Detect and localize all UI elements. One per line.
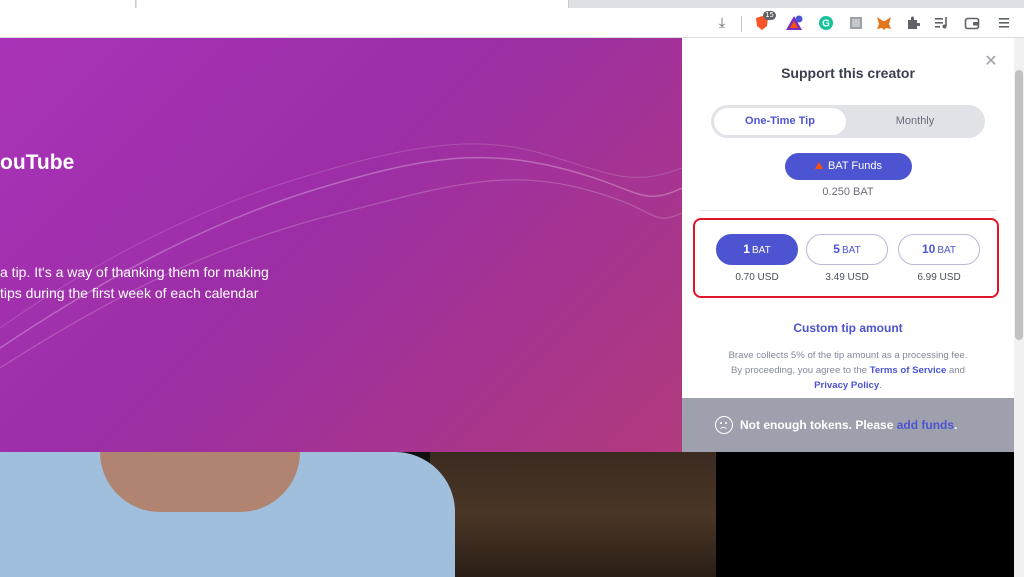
metamask-icon[interactable] [874,13,894,33]
puzzle-icon[interactable] [903,13,923,33]
tip-type-toggle: One-Time Tip Monthly [711,105,985,138]
sad-face-icon [715,416,733,434]
brave-rewards-icon[interactable] [784,13,804,33]
add-funds-link[interactable]: add funds [897,418,954,432]
insufficient-funds-message: Not enough tokens. Please add funds. [740,418,957,432]
browser-tab[interactable] [137,0,569,8]
custom-tip-link[interactable]: Custom tip amount [682,321,1014,335]
amount-option-5[interactable]: 5 BAT [806,234,888,265]
amount-unit: BAT [937,245,957,256]
browser-tab[interactable] [0,0,136,8]
hero-text-line: a tip. It's a way of thanking them for m… [0,264,269,280]
menu-icon[interactable] [994,13,1014,33]
amount-usd: 3.49 USD [825,272,869,283]
privacy-period: . [879,380,882,391]
hero-banner: ouTube a tip. It's a way of thanking the… [0,38,682,452]
insufficient-funds-banner: Not enough tokens. Please add funds. [682,398,1014,452]
tip-panel: ✕ Support this creator One-Time Tip Mont… [682,38,1014,452]
amount-unit: BAT [751,245,771,256]
hero-text-line: tips during the first week of each calen… [0,285,259,301]
brave-shield-icon[interactable]: 15 [752,11,776,33]
bat-balance: 0.250 BAT [822,186,874,198]
privacy-policy-link[interactable]: Privacy Policy [814,380,879,391]
terms-line: By proceeding, you agree to the Terms of… [698,363,998,378]
video-letterbox [716,452,1014,577]
panel-title: Support this creator [781,65,915,81]
video-background [430,452,720,577]
grammarly-icon[interactable]: G [816,13,836,33]
scrollbar-thumb[interactable] [1015,70,1023,340]
terms-prefix: By proceeding, you agree to the [731,365,870,376]
terms-and: and [946,365,965,376]
download-icon[interactable]: ⤓ [712,13,732,33]
privacy-line: Privacy Policy. [698,378,998,393]
video-frame[interactable] [0,452,1014,577]
wallet-icon[interactable] [962,13,982,33]
bat-logo-icon [814,162,823,169]
amount-option-1[interactable]: 1 BAT [716,234,798,265]
tab-strip [0,0,1024,8]
amount-value: 10 [921,242,936,256]
amount-value: 1 [743,242,750,256]
amount-usd: 6.99 USD [917,272,961,283]
hero-title: ouTube [0,151,75,174]
terms-of-service-link[interactable]: Terms of Service [870,365,947,376]
shield-badge: 15 [763,11,776,20]
tab-monthly[interactable]: Monthly [849,108,981,135]
browser-toolbar: ⤓ 15 G [0,8,1024,38]
fee-line: Brave collects 5% of the tip amount as a… [728,350,968,361]
fee-notice: Brave collects 5% of the tip amount as a… [698,348,998,393]
amount-option-10[interactable]: 10 BAT [898,234,980,265]
divider [700,210,996,211]
svg-text:G: G [822,19,830,30]
media-icon[interactable] [932,13,952,33]
bat-funds-button[interactable]: BAT Funds [785,153,912,180]
video-person-face [100,452,300,512]
amount-usd: 0.70 USD [735,272,779,283]
extension-icon[interactable] [846,13,866,33]
amount-unit: BAT [841,245,861,256]
page-scrollbar[interactable] [1014,38,1024,577]
footer-period: . [954,418,958,432]
wave-decoration [0,143,682,369]
bat-funds-label: BAT Funds [827,160,882,172]
tab-one-time-tip[interactable]: One-Time Tip [714,108,846,135]
amount-value: 5 [833,242,840,256]
toolbar-separator [741,16,742,32]
footer-message: Not enough tokens. Please [740,418,897,432]
